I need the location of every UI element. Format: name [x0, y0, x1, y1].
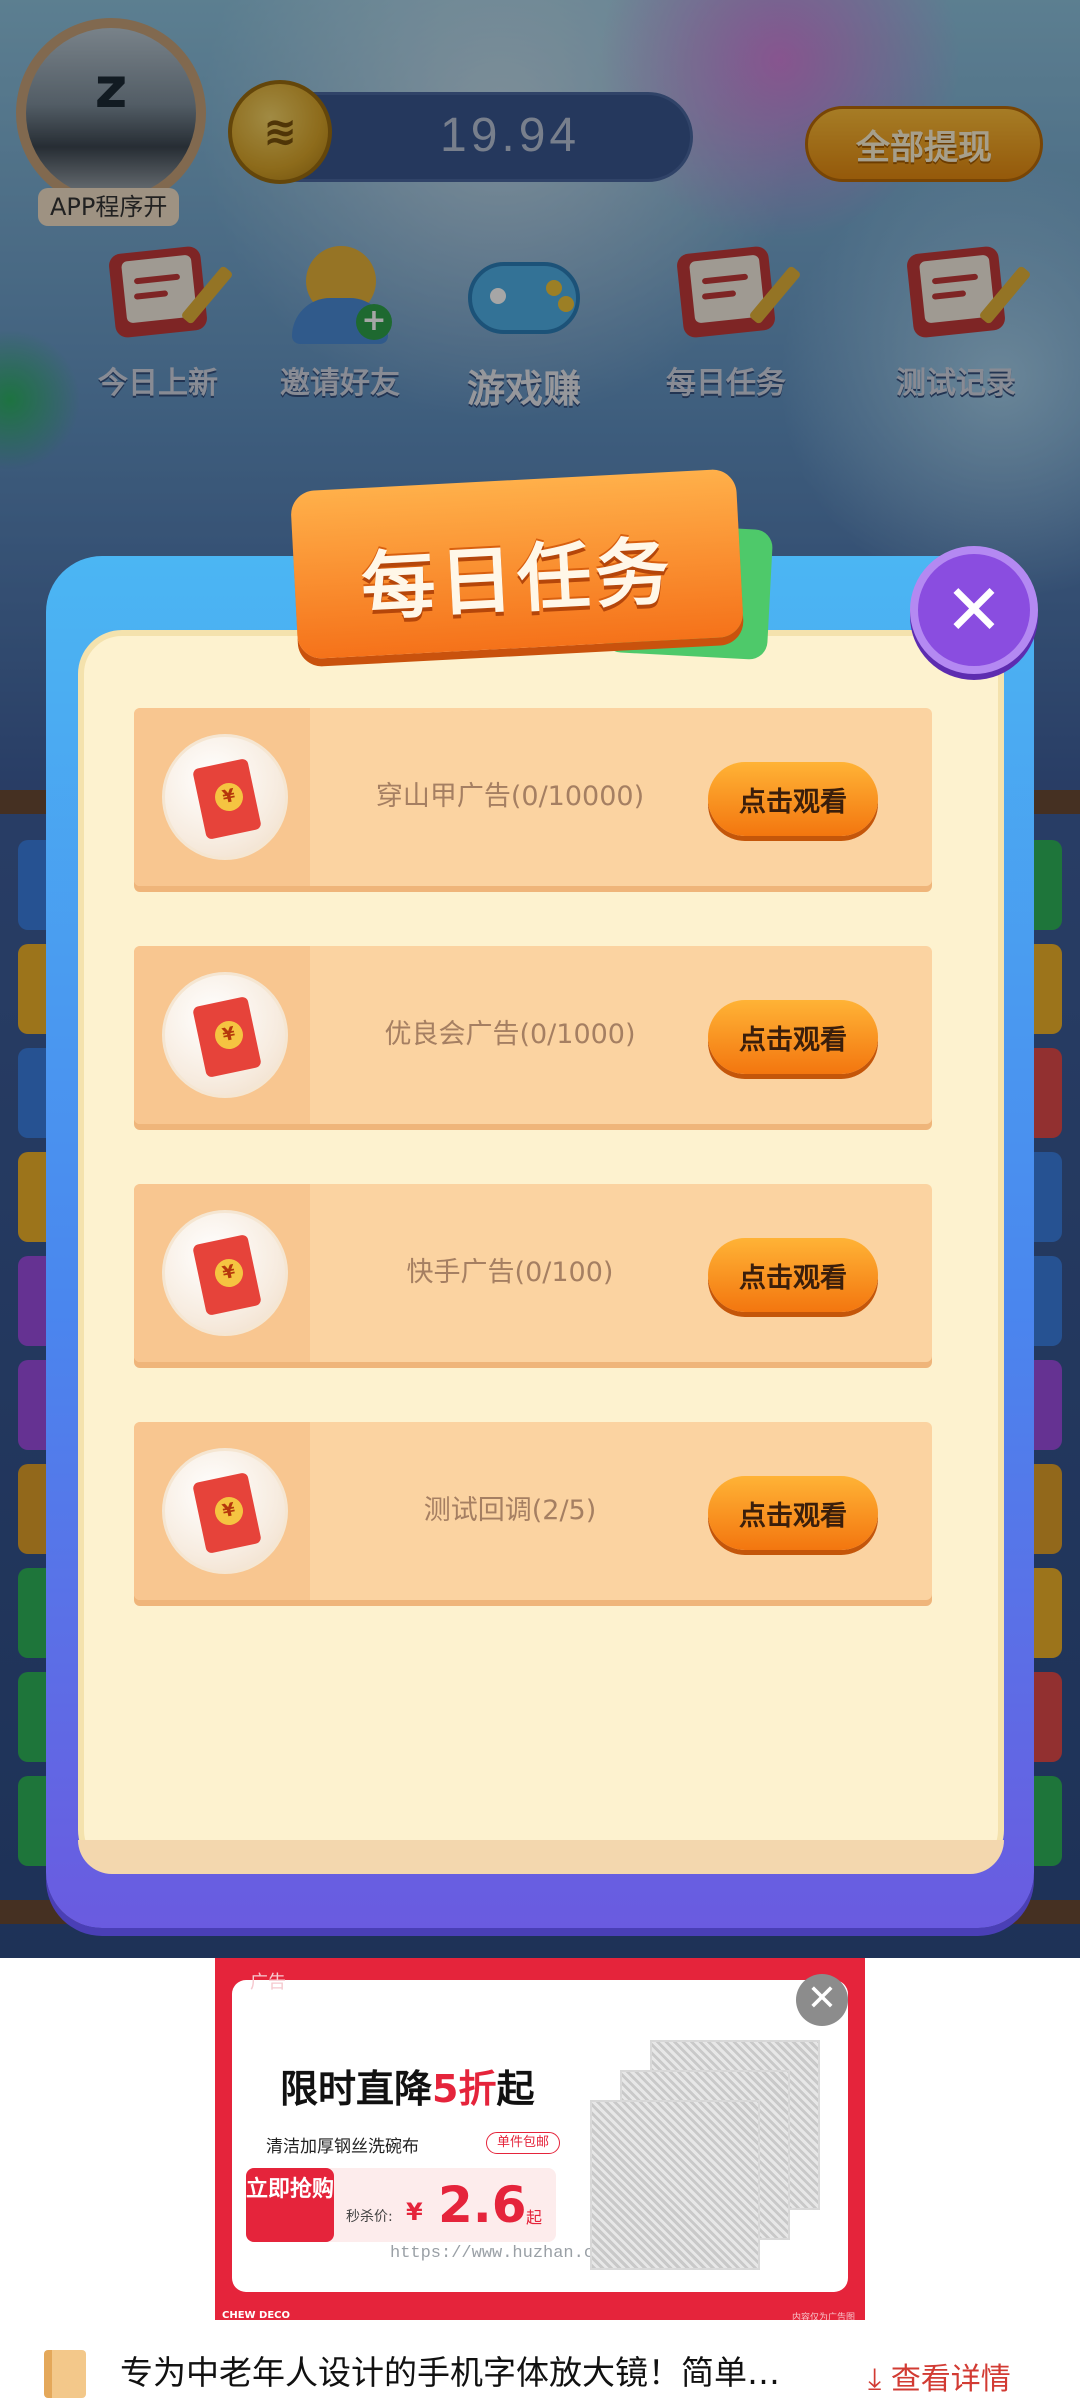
watch-ad-button[interactable]: 点击观看 [708, 1238, 878, 1312]
task-label: 快手广告(0/100) [406, 1257, 614, 1288]
task-label: 优良会广告(0/1000) [384, 1019, 636, 1050]
dialog-bottom-edge [78, 1840, 1004, 1874]
red-envelope-icon: ¥ [162, 1210, 288, 1336]
download-arrow-icon: ⤓ [868, 2362, 882, 2397]
info-text[interactable]: 专为中老年人设计的手机字体放大镜！简单… [120, 2346, 840, 2394]
ad-headline: 限时直降5折起 [280, 2067, 535, 2111]
close-icon: ✕ [944, 569, 1004, 651]
ad-price: 2.6 [438, 2176, 527, 2234]
ad-shipping-badge: 单件包邮 [486, 2132, 561, 2154]
watch-ad-button[interactable]: 点击观看 [708, 1476, 878, 1550]
close-dialog-button[interactable]: ✕ [910, 546, 1038, 674]
red-envelope-icon: ¥ [162, 1448, 288, 1574]
task-row: ¥ 快手广告(0/100) 点击观看 [134, 1184, 932, 1362]
ad-close-button[interactable]: ✕ [796, 1974, 848, 2026]
ad-currency: ¥ [406, 2198, 423, 2226]
ad-price-label: 秒杀价: [346, 2209, 393, 2225]
task-label: 穿山甲广告(0/10000) [375, 781, 645, 812]
ad-price-suffix: 起 [526, 2208, 543, 2227]
watch-ad-button[interactable]: 点击观看 [708, 1000, 878, 1074]
task-label: 测试回调(2/5) [423, 1495, 597, 1526]
view-details-link[interactable]: ⤓ 查看详情 [868, 2354, 1011, 2398]
book-icon [44, 2350, 86, 2398]
red-envelope-icon: ¥ [162, 734, 288, 860]
close-icon: ✕ [806, 1978, 838, 2019]
ad-tag: 广告 [250, 1972, 286, 1993]
ad-buy-button[interactable]: 立即抢购 [246, 2168, 334, 2242]
red-envelope-icon: ¥ [162, 972, 288, 1098]
task-row: ¥ 优良会广告(0/1000) 点击观看 [134, 946, 932, 1124]
ad-product-name: 清洁加厚钢丝洗碗布 [266, 2137, 419, 2157]
watch-ad-button[interactable]: 点击观看 [708, 762, 878, 836]
task-row: ¥ 穿山甲广告(0/10000) 点击观看 [134, 708, 932, 886]
product-image [590, 2040, 830, 2270]
task-row: ¥ 测试回调(2/5) 点击观看 [134, 1422, 932, 1600]
